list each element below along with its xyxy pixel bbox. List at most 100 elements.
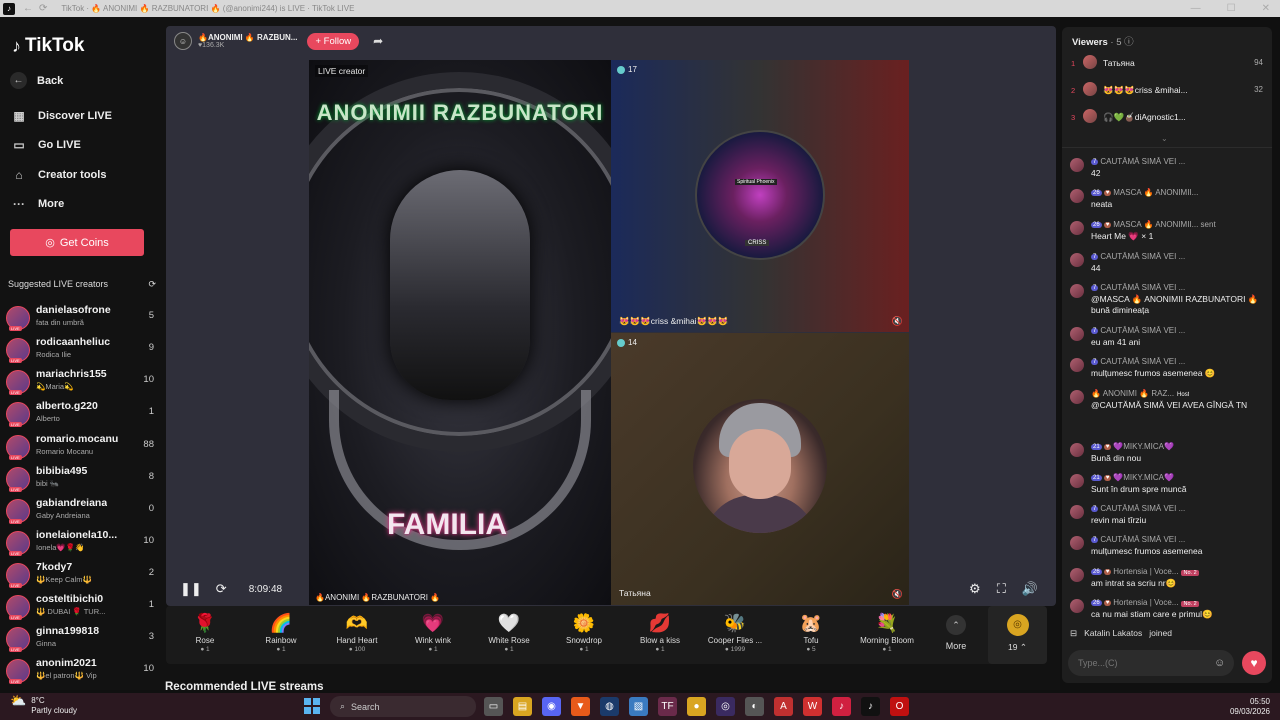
creator-item[interactable]: LIVE ginna199818 Ginna 3 (6, 622, 156, 654)
refresh-icon[interactable]: ⟳ (148, 279, 156, 290)
discord-icon[interactable]: ◉ (542, 697, 561, 716)
chat-user[interactable]: 26 ♥ MASCA 🔥 ANONIMII... sent (1091, 220, 1216, 229)
close-icon[interactable]: ✕ (1262, 3, 1270, 14)
nav-go-live[interactable]: ▭ Go LIVE (10, 137, 80, 153)
nav-more[interactable]: ··· More (10, 196, 64, 212)
obs-icon[interactable]: ◎ (716, 697, 735, 716)
windows-start-icon[interactable] (304, 698, 320, 714)
chat-avatar[interactable] (1070, 189, 1084, 203)
chat-user[interactable]: 7 CAUTĂMĂ SIMĂ VEI ... (1091, 357, 1185, 366)
live-stage[interactable]: ☺ 🔥ANONIMI 🔥 RAZBUN... ♥136.3K + Follow … (166, 26, 1056, 606)
chat-user[interactable]: 26 ♥ MASCA 🔥 ANONIMII... (1091, 188, 1198, 197)
gift-item[interactable]: 🤍 White Rose ● 1 (474, 612, 544, 653)
taskbar-search[interactable]: ⌕ Search (330, 696, 476, 717)
brave-icon[interactable]: ▼ (571, 697, 590, 716)
chat-user[interactable]: 7 CAUTĂMĂ SIMĂ VEI ... (1091, 504, 1185, 513)
chat-user[interactable]: 🔥 ANONIMI 🔥 RAZ... Host (1091, 389, 1189, 398)
wps-icon[interactable]: W (803, 697, 822, 716)
coin-balance-button[interactable]: ◎ 19 ⌃ (988, 606, 1047, 664)
creator-item[interactable]: LIVE rodicaanheliuc Rodica Ilie 9 (6, 333, 156, 365)
creator-item[interactable]: LIVE danielasofrone fata din umbră 5 (6, 301, 156, 333)
gift-item[interactable]: 💋 Blow a kiss ● 1 (625, 612, 695, 653)
chat-avatar[interactable] (1070, 390, 1084, 404)
host-info[interactable]: 🔥ANONIMI 🔥 RAZBUN... ♥136.3K (198, 33, 297, 49)
gift-item[interactable]: 🌈 Rainbow ● 1 (246, 612, 316, 653)
get-coins-button[interactable]: ◎ Get Coins (10, 229, 144, 256)
creator-item[interactable]: LIVE ionelaionela10... Ionela💗🌹👋 10 (6, 526, 156, 558)
file-explorer-icon[interactable]: ▤ (513, 697, 532, 716)
joined-user[interactable]: Katalin Lakatos (1084, 628, 1142, 639)
nav-creator-tools[interactable]: ⌂ Creator tools (10, 167, 106, 183)
chat-avatar[interactable] (1070, 599, 1084, 613)
browser-nav-icons[interactable]: ←⟳ (23, 3, 53, 14)
steam-icon[interactable]: ◍ (600, 697, 619, 716)
creator-item[interactable]: LIVE costeltibichi0 🔱 DUBAI 🌹 TUR... 1 (6, 590, 156, 622)
chevron-down-icon[interactable]: ⌄ (1161, 134, 1168, 143)
volume-icon[interactable]: 🔊 (1022, 581, 1038, 597)
maximize-icon[interactable]: ☐ (1227, 3, 1236, 14)
chat-user[interactable]: 7 CAUTĂMĂ SIMĂ VEI ... (1091, 252, 1185, 261)
creator-item[interactable]: LIVE romario.mocanu Romario Mocanu 88 (6, 430, 156, 462)
pause-icon[interactable]: ❚❚ (180, 581, 202, 597)
chat-avatar[interactable] (1070, 284, 1084, 298)
gift-item[interactable]: 💐 Morning Bloom ● 1 (852, 612, 922, 653)
nav-discover-live[interactable]: ▦ Discover LIVE (10, 108, 112, 124)
chat-avatar[interactable] (1070, 568, 1084, 582)
creator-item[interactable]: LIVE gabiandreiana Gaby Andreiana 0 (6, 494, 156, 526)
chat-user[interactable]: 7 CAUTĂMĂ SIMĂ VEI ... (1091, 157, 1185, 166)
app-a-icon[interactable]: A (774, 697, 793, 716)
host-avatar[interactable]: ☺ (174, 32, 192, 50)
host-video[interactable]: ANONIMII RAZBUNATORI FAMILIA LIVE creato… (309, 60, 611, 605)
share-icon[interactable]: ➦ (373, 34, 383, 48)
fullscreen-icon[interactable]: ⛶ (997, 581, 1006, 597)
gift-item[interactable]: 🫶 Hand Heart ● 100 (322, 612, 392, 653)
chat-user[interactable]: 7 CAUTĂMĂ SIMĂ VEI ... (1091, 535, 1185, 544)
gift-item[interactable]: 🐹 Tofu ● 5 (776, 612, 846, 653)
like-heart-button[interactable]: ♥ (1242, 651, 1266, 675)
weather-widget[interactable]: ⛅ 8°C Partly cloudy (10, 694, 77, 716)
chat-user[interactable]: 26 ♥ Hortensia | Voce... No. 2 (1091, 567, 1199, 576)
chat-user[interactable]: 26 ♥ Hortensia | Voce... No. 2 (1091, 598, 1199, 607)
top-viewer[interactable]: 3 🎧💚🧉diAgnostic1... (1071, 109, 1263, 129)
tiktok-live-studio-icon[interactable]: ♪ (832, 697, 851, 716)
creator-item[interactable]: LIVE alberto.g220 Alberto 1 (6, 397, 156, 429)
emoji-icon[interactable]: ☺ (1214, 657, 1225, 669)
creator-item[interactable]: LIVE anonim2021 🔱el patron🔱 Vip 10 (6, 654, 156, 686)
chat-avatar[interactable] (1070, 505, 1084, 519)
chat-avatar[interactable] (1070, 443, 1084, 457)
guest-video-2[interactable]: 14 Татьяна 🔇 (611, 333, 909, 605)
info-icon[interactable]: ⓘ (1124, 37, 1134, 48)
creator-item[interactable]: LIVE mariachris155 💫Maria💫 10 (6, 365, 156, 397)
refresh-stream-icon[interactable]: ⟳ (216, 581, 227, 597)
gift-item[interactable]: 💗 Wink wink ● 1 (398, 612, 468, 653)
chat-avatar[interactable] (1070, 158, 1084, 172)
gift-item[interactable]: 🐝 Cooper Flies ... ● 1999 (700, 612, 770, 653)
chat-user[interactable]: 7 CAUTĂMĂ SIMĂ VEI ... (1091, 326, 1185, 335)
gift-item[interactable]: 🌼 Snowdrop ● 1 (549, 612, 619, 653)
opera-icon[interactable]: O (890, 697, 909, 716)
chat-user[interactable]: 21 ♥ 💜MIKY.MICA💜 (1091, 442, 1174, 451)
settings-icon[interactable]: ⚙ (969, 581, 981, 597)
photos-icon[interactable]: ▧ (629, 697, 648, 716)
tf-app-icon[interactable]: TF (658, 697, 677, 716)
more-gifts-button[interactable]: ⌃ More (936, 612, 976, 651)
chat-avatar[interactable] (1070, 253, 1084, 267)
tiktok-icon[interactable]: ♪ (861, 697, 880, 716)
chat-avatar[interactable] (1070, 358, 1084, 372)
top-viewer[interactable]: 1 Татьяна 94 (1071, 55, 1263, 75)
task-view-icon[interactable]: ▭ (484, 697, 503, 716)
chat-avatar[interactable] (1070, 474, 1084, 488)
browser-icon[interactable]: ◐ (745, 697, 764, 716)
coin-app-icon[interactable]: ● (687, 697, 706, 716)
chat-avatar[interactable] (1070, 327, 1084, 341)
chat-avatar[interactable] (1070, 536, 1084, 550)
minimize-icon[interactable]: — (1191, 3, 1201, 14)
system-clock[interactable]: 05:50 09/03/2026 (1230, 697, 1270, 717)
nav-back[interactable]: ← Back (10, 72, 63, 89)
gift-item[interactable]: 🌹 Rose ● 1 (170, 612, 240, 653)
top-viewer[interactable]: 2 😻😻😻criss &mihai... 32 (1071, 82, 1263, 102)
tiktok-logo[interactable]: ♪ TikTok (12, 35, 84, 57)
chat-user[interactable]: 21 ♥ 💜MIKY.MICA💜 (1091, 473, 1174, 482)
chat-input[interactable] (1068, 650, 1234, 676)
creator-item[interactable]: LIVE bibibia495 bibi 🐜 8 (6, 462, 156, 494)
